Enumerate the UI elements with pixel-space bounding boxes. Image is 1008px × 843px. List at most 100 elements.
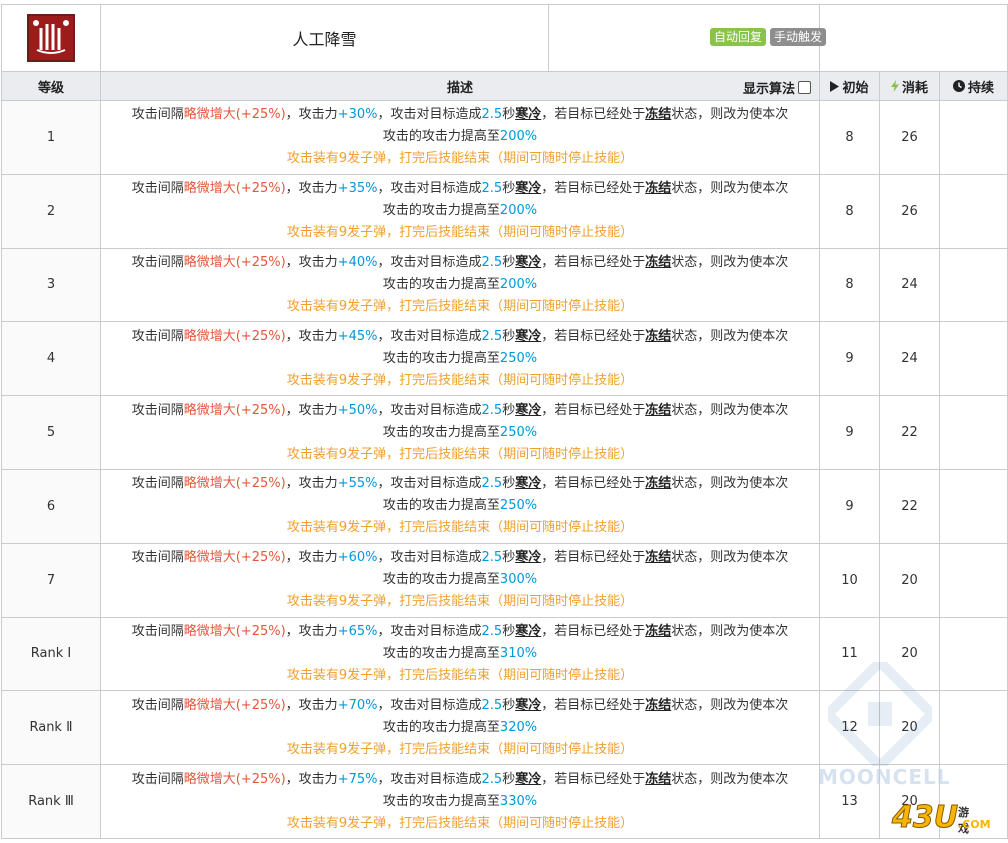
frozen-term-link[interactable]: 冻结 [645, 698, 671, 713]
skill-level-row: 1 攻击间隔略微增大(+25%)，攻击力+30%，攻击对目标造成2.5秒寒冷，若目… [1, 100, 1008, 175]
frozen-term-link[interactable]: 冻结 [645, 476, 671, 491]
description-cell: 攻击间隔略微增大(+25%)，攻击力+50%，攻击对目标造成2.5秒寒冷，若目标… [100, 395, 820, 470]
description-line-2: 攻击的攻击力提高至200% [382, 203, 538, 219]
skill-level-row: 3 攻击间隔略微增大(+25%)，攻击力+40%，攻击对目标造成2.5秒寒冷，若目… [1, 247, 1008, 323]
description-note: 攻击装有9发子弹，打完后技能结束（期间可随时停止技能） [286, 594, 634, 610]
level-cell: 7 [1, 542, 101, 618]
tag-manual-trigger: 手动触发 [770, 28, 827, 46]
description-line-1: 攻击间隔略微增大(+25%)，攻击力+70%，攻击对目标造成2.5秒寒冷，若目标… [131, 697, 789, 713]
description-note: 攻击装有9发子弹，打完后技能结束（期间可随时停止技能） [286, 815, 634, 831]
description-line-1: 攻击间隔略微增大(+25%)，攻击力+30%，攻击对目标造成2.5秒寒冷，若目标… [131, 107, 789, 123]
description-note: 攻击装有9发子弹，打完后技能结束（期间可随时停止技能） [286, 520, 634, 536]
description-line-1: 攻击间隔略微增大(+25%)，攻击力+35%，攻击对目标造成2.5秒寒冷，若目标… [131, 181, 789, 197]
logo-number: 43U [891, 800, 959, 836]
frozen-term-link[interactable]: 冻结 [645, 107, 671, 122]
cold-term-link[interactable]: 寒冷 [515, 698, 541, 713]
43u-logo: 43U 游戏 .COM [891, 800, 990, 836]
level-cell: 6 [1, 468, 101, 544]
description-line-1: 攻击间隔略微增大(+25%)，攻击力+55%，攻击对目标造成2.5秒寒冷，若目标… [131, 476, 789, 492]
description-line-2: 攻击的攻击力提高至310% [382, 645, 538, 661]
mooncell-logo [828, 662, 932, 766]
description-cell: 攻击间隔略微增大(+25%)，攻击力+60%，攻击对目标造成2.5秒寒冷，若目标… [100, 542, 820, 618]
initial-header: 初始 [819, 71, 880, 101]
level-header: 等级 [1, 71, 101, 101]
level-cell: Rank Ⅱ [1, 690, 101, 766]
cost-cell: 24 [879, 321, 940, 397]
clock-icon [953, 79, 965, 96]
cost-header-label: 消耗 [901, 80, 928, 96]
duration-header-label: 持续 [968, 80, 995, 96]
duration-cell [938, 100, 1008, 175]
cold-term-link[interactable]: 寒冷 [515, 107, 541, 122]
cost-cell: 26 [879, 100, 940, 175]
mooncell-watermark: MOONCELL [818, 765, 951, 789]
show-algo-label: 显示算法 [742, 82, 795, 97]
description-header: 描述 显示算法 [100, 71, 820, 101]
column-header-row: 等级 描述 显示算法 初始 消耗 持续 [1, 71, 1008, 101]
skill-icon-cell [1, 4, 101, 72]
skill-header-row: 人工降雪 自动回复 手动触发 [1, 4, 1008, 72]
cold-term-link[interactable]: 寒冷 [515, 329, 541, 344]
frozen-term-link[interactable]: 冻结 [645, 181, 671, 196]
show-algo-checkbox[interactable] [798, 81, 811, 94]
cold-term-link[interactable]: 寒冷 [515, 550, 541, 565]
frozen-term-link[interactable]: 冻结 [645, 255, 671, 270]
description-line-2: 攻击的攻击力提高至200% [382, 276, 538, 292]
description-cell: 攻击间隔略微增大(+25%)，攻击力+30%，攻击对目标造成2.5秒寒冷，若目标… [100, 100, 820, 175]
frozen-term-link[interactable]: 冻结 [645, 550, 671, 565]
level-cell: 5 [1, 395, 101, 470]
level-cell: Rank Ⅰ [1, 616, 101, 692]
cold-term-link[interactable]: 寒冷 [515, 181, 541, 196]
cold-term-link[interactable]: 寒冷 [515, 255, 541, 270]
duration-cell [938, 616, 1008, 692]
skill-level-row: 6 攻击间隔略微增大(+25%)，攻击力+55%，攻击对目标造成2.5秒寒冷，若目… [1, 468, 1008, 544]
description-line-1: 攻击间隔略微增大(+25%)，攻击力+45%，攻击对目标造成2.5秒寒冷，若目标… [131, 328, 789, 344]
description-note: 攻击装有9发子弹，打完后技能结束（期间可随时停止技能） [286, 225, 634, 241]
description-line-2: 攻击的攻击力提高至250% [382, 498, 538, 514]
frozen-term-link[interactable]: 冻结 [645, 403, 671, 418]
description-line-2: 攻击的攻击力提高至250% [382, 350, 538, 366]
cost-cell: 26 [879, 173, 940, 249]
cold-term-link[interactable]: 寒冷 [515, 403, 541, 418]
description-header-label: 描述 [446, 80, 473, 96]
frozen-term-link[interactable]: 冻结 [645, 772, 671, 787]
cost-header: 消耗 [879, 71, 940, 101]
skill-level-row: 5 攻击间隔略微增大(+25%)，攻击力+50%，攻击对目标造成2.5秒寒冷，若目… [1, 395, 1008, 470]
cost-cell: 24 [879, 247, 940, 323]
initial-cell: 8 [819, 173, 880, 249]
description-note: 攻击装有9发子弹，打完后技能结束（期间可随时停止技能） [286, 372, 634, 388]
frozen-term-link[interactable]: 冻结 [645, 329, 671, 344]
description-note: 攻击装有9发子弹，打完后技能结束（期间可随时停止技能） [286, 298, 634, 314]
duration-header: 持续 [938, 71, 1008, 101]
initial-cell: 8 [819, 247, 880, 323]
description-cell: 攻击间隔略微增大(+25%)，攻击力+65%，攻击对目标造成2.5秒寒冷，若目标… [100, 616, 820, 692]
cold-term-link[interactable]: 寒冷 [515, 772, 541, 787]
cold-term-link[interactable]: 寒冷 [515, 476, 541, 491]
bolt-icon [890, 79, 899, 96]
description-line-2: 攻击的攻击力提高至250% [382, 424, 538, 440]
duration-cell [938, 542, 1008, 618]
level-cell: Rank Ⅲ [1, 764, 101, 839]
description-cell: 攻击间隔略微增大(+25%)，攻击力+70%，攻击对目标造成2.5秒寒冷，若目标… [100, 690, 820, 766]
level-cell: 3 [1, 247, 101, 323]
logo-domain: .COM [958, 818, 991, 831]
skill-level-row: 4 攻击间隔略微增大(+25%)，攻击力+45%，攻击对目标造成2.5秒寒冷，若目… [1, 321, 1008, 397]
level-cell: 2 [1, 173, 101, 249]
description-line-1: 攻击间隔略微增大(+25%)，攻击力+40%，攻击对目标造成2.5秒寒冷，若目标… [131, 254, 789, 270]
description-line-1: 攻击间隔略微增大(+25%)，攻击力+60%，攻击对目标造成2.5秒寒冷，若目标… [131, 550, 789, 566]
cold-term-link[interactable]: 寒冷 [515, 624, 541, 639]
play-icon [830, 80, 840, 96]
cost-cell: 20 [879, 542, 940, 618]
duration-cell [938, 468, 1008, 544]
description-line-1: 攻击间隔略微增大(+25%)，攻击力+50%，攻击对目标造成2.5秒寒冷，若目标… [131, 402, 789, 418]
frozen-term-link[interactable]: 冻结 [645, 624, 671, 639]
initial-cell: 9 [819, 395, 880, 470]
skill-level-row: 2 攻击间隔略微增大(+25%)，攻击力+35%，攻击对目标造成2.5秒寒冷，若目… [1, 173, 1008, 249]
description-line-1: 攻击间隔略微增大(+25%)，攻击力+65%，攻击对目标造成2.5秒寒冷，若目标… [131, 623, 789, 639]
duration-cell [938, 395, 1008, 470]
initial-cell: 9 [819, 468, 880, 544]
show-algo-toggle[interactable]: 显示算法 [743, 78, 811, 97]
duration-cell [938, 690, 1008, 766]
duration-cell [938, 173, 1008, 249]
description-note: 攻击装有9发子弹，打完后技能结束（期间可随时停止技能） [286, 667, 634, 683]
